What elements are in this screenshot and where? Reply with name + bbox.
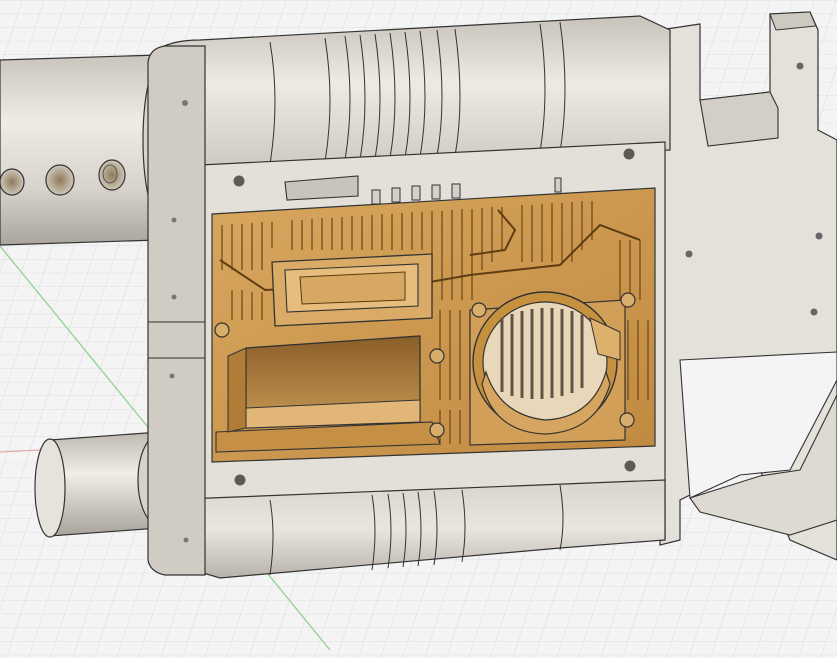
screw-hole xyxy=(815,232,823,240)
screw-hole xyxy=(624,460,636,472)
electronics-insert[interactable] xyxy=(211,187,656,463)
battery-cavity xyxy=(215,335,441,453)
screw-hole xyxy=(623,148,635,160)
viewport-canvas[interactable] xyxy=(0,0,837,658)
connector-module xyxy=(271,253,433,327)
screw-hole xyxy=(796,62,804,70)
screw-hole xyxy=(234,474,246,486)
screw-hole xyxy=(810,308,818,316)
cad-viewport[interactable] xyxy=(0,0,837,658)
screw-hole xyxy=(685,250,693,258)
body-end-cap xyxy=(147,45,206,576)
barrel-hole xyxy=(45,164,75,196)
speaker-ring xyxy=(469,291,626,446)
barrel-hole xyxy=(0,168,25,196)
screw-hole xyxy=(233,175,245,187)
